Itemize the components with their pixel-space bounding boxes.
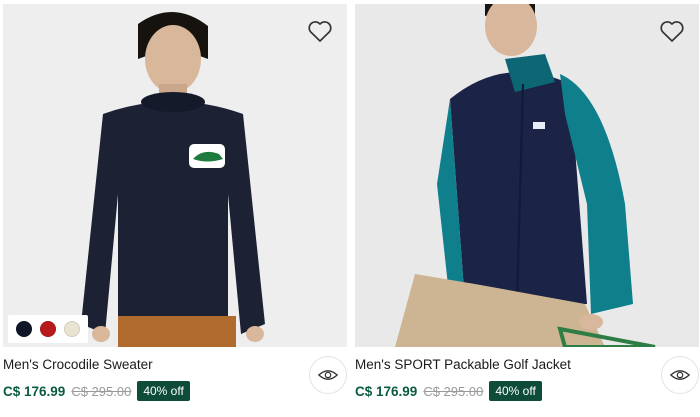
product-title[interactable]: Men's Crocodile Sweater	[3, 357, 153, 372]
jacket-model-illustration	[355, 4, 699, 347]
product-image[interactable]	[355, 4, 699, 347]
heart-outline-icon	[660, 21, 684, 42]
discount-badge: 40% off	[137, 381, 190, 401]
color-swatches	[8, 315, 88, 343]
wishlist-button[interactable]	[305, 16, 335, 46]
product-grid: Men's Crocodile Sweater C$ 176.99 C$ 295…	[0, 0, 700, 417]
quick-view-button[interactable]	[309, 356, 347, 394]
product-title[interactable]: Men's SPORT Packable Golf Jacket	[355, 357, 571, 372]
sale-price: C$ 176.99	[3, 383, 66, 399]
price-row: C$ 176.99 C$ 295.00 40% off	[3, 381, 190, 401]
eye-icon	[318, 370, 338, 380]
swatch-navy[interactable]	[16, 321, 32, 337]
original-price: C$ 295.00	[423, 383, 484, 399]
original-price: C$ 295.00	[71, 383, 132, 399]
quick-view-button[interactable]	[661, 356, 699, 394]
product-card[interactable]: Men's SPORT Packable Golf Jacket C$ 176.…	[355, 0, 699, 417]
heart-outline-icon	[308, 21, 332, 42]
product-card[interactable]: Men's Crocodile Sweater C$ 176.99 C$ 295…	[3, 0, 347, 417]
eye-icon	[670, 370, 690, 380]
discount-badge: 40% off	[489, 381, 542, 401]
swatch-red[interactable]	[40, 321, 56, 337]
sweater-model-illustration	[3, 4, 347, 347]
swatch-cream[interactable]	[64, 321, 80, 337]
product-image[interactable]	[3, 4, 347, 347]
sale-price: C$ 176.99	[355, 383, 418, 399]
wishlist-button[interactable]	[657, 16, 687, 46]
price-row: C$ 176.99 C$ 295.00 40% off	[355, 381, 542, 401]
